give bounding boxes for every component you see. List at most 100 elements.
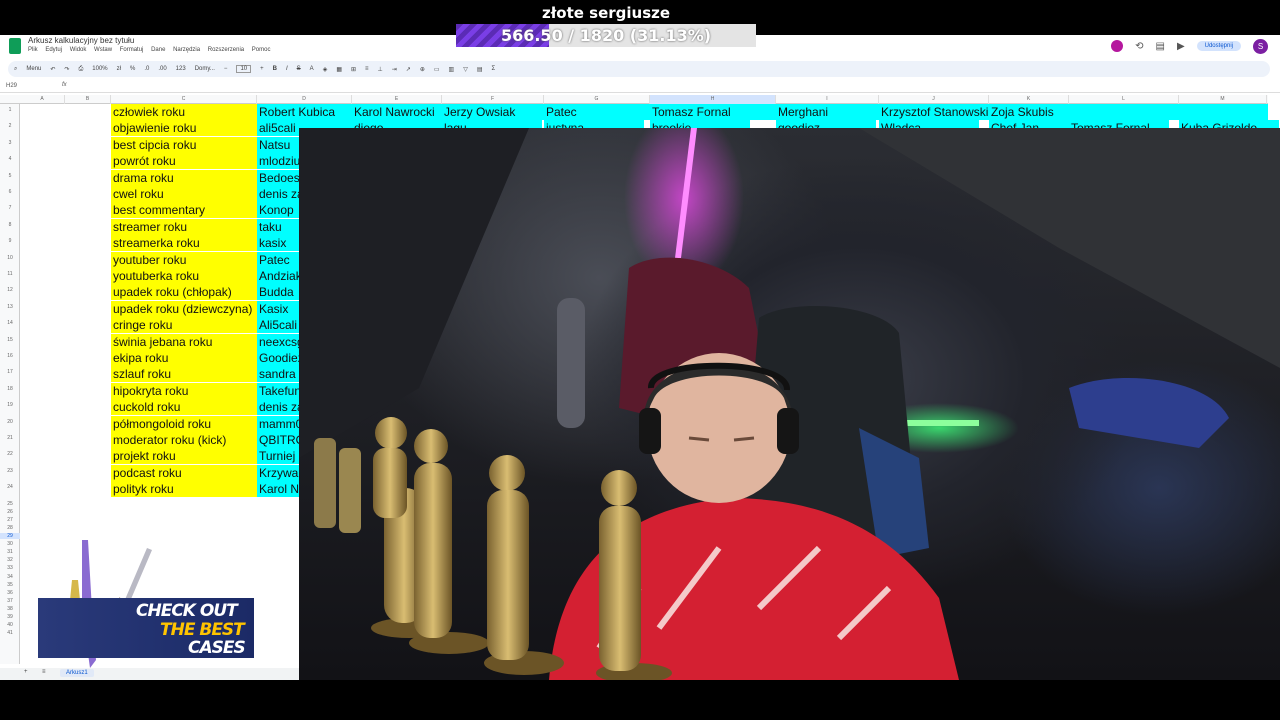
row-header[interactable]: 28 (0, 525, 20, 531)
nominee-cell[interactable]: Merghani (776, 104, 879, 120)
number-format-button[interactable]: 123 (176, 66, 186, 72)
rotate-icon[interactable]: ↗ (406, 66, 411, 73)
column-header-f[interactable]: F (442, 95, 544, 104)
row-header[interactable]: 6 (0, 189, 20, 195)
row-header[interactable]: 15 (0, 337, 20, 343)
menu-rozszerzenia[interactable]: Rozszerzenia (208, 47, 244, 53)
menu-wstaw[interactable]: Wstaw (94, 47, 112, 53)
bold-icon[interactable]: B (273, 66, 277, 72)
row-header[interactable]: 25 (0, 501, 20, 507)
gemini-icon[interactable] (1111, 40, 1124, 52)
category-cell[interactable]: streamerka roku (111, 235, 257, 252)
category-cell[interactable]: youtuberka roku (111, 268, 257, 284)
chart-icon[interactable]: ▥ (449, 66, 455, 73)
menu-formatuj[interactable]: Formatuj (120, 47, 144, 53)
print-icon[interactable]: ⎙ (78, 66, 83, 73)
category-cell[interactable]: drama roku (111, 169, 257, 186)
row-header[interactable]: 37 (0, 598, 20, 604)
menu-plik[interactable]: Plik (28, 47, 38, 53)
category-cell[interactable]: best cipcia roku (111, 136, 257, 153)
redo-icon[interactable]: ↷ (64, 66, 69, 73)
category-cell[interactable]: świnia jebana roku (111, 333, 257, 350)
row-header[interactable]: 20 (0, 419, 20, 425)
italic-icon[interactable]: I (286, 66, 288, 72)
row-header[interactable]: 26 (0, 509, 20, 515)
category-cell[interactable]: best commentary (111, 202, 257, 219)
nominee-cell[interactable]: Krzysztof Stanowski (879, 104, 989, 120)
category-cell[interactable]: szlauf roku (111, 366, 257, 383)
undo-icon[interactable]: ↶ (50, 66, 55, 73)
category-cell[interactable]: objawienie roku (111, 120, 257, 137)
comment-add-icon[interactable]: ▭ (434, 66, 440, 73)
row-header[interactable]: 11 (0, 271, 20, 277)
category-cell[interactable]: ekipa roku (111, 350, 257, 366)
category-cell[interactable]: hipokryta roku (111, 382, 257, 399)
doc-title[interactable]: Arkusz kalkulacyjny bez tytułu (28, 36, 134, 45)
category-cell[interactable]: moderator roku (kick) (111, 432, 257, 448)
row-header[interactable]: 35 (0, 582, 20, 588)
category-cell[interactable]: cringe roku (111, 317, 257, 334)
nominee-cell[interactable]: Tomasz Fornal (650, 104, 776, 120)
menu-pomoc[interactable]: Pomoc (252, 47, 271, 53)
row-header[interactable]: 24 (0, 484, 20, 490)
row-header[interactable]: 30 (0, 541, 20, 547)
row-header[interactable]: 9 (0, 238, 20, 244)
decrease-decimal-button[interactable]: .0 (144, 66, 149, 72)
row-header[interactable]: 18 (0, 386, 20, 392)
row-header[interactable]: 8 (0, 222, 20, 228)
filter-views-icon[interactable]: ▤ (477, 66, 483, 73)
font-size-increase[interactable]: + (260, 66, 264, 72)
column-header-k[interactable]: K (989, 95, 1069, 104)
column-header-e[interactable]: E (352, 95, 442, 104)
row-header[interactable]: 14 (0, 320, 20, 326)
category-cell[interactable]: youtuber roku (111, 251, 257, 268)
row-header[interactable]: 12 (0, 287, 20, 293)
category-cell[interactable]: podcast roku (111, 464, 257, 481)
link-icon[interactable]: ⊕ (420, 66, 425, 73)
category-cell[interactable]: polityk roku (111, 481, 257, 498)
video-call-icon[interactable]: ▶ (1177, 41, 1185, 52)
cyan-fill-cell[interactable] (1069, 104, 1268, 120)
column-header-d[interactable]: D (257, 95, 352, 104)
nominee-cell[interactable]: Patec (544, 104, 650, 120)
column-header-i[interactable]: I (776, 95, 879, 104)
category-cell[interactable]: projekt roku (111, 448, 257, 465)
row-header[interactable]: 3 (0, 140, 20, 146)
menu-search[interactable]: Menu (26, 66, 41, 72)
row-header[interactable]: 22 (0, 451, 20, 457)
category-cell[interactable]: upadek roku (chłopak) (111, 284, 257, 301)
category-cell[interactable]: powrót roku (111, 153, 257, 170)
row-header[interactable]: 10 (0, 255, 20, 261)
font-size-decrease[interactable]: − (224, 66, 228, 72)
category-cell[interactable]: cwel roku (111, 186, 257, 202)
valign-icon[interactable]: ⊥ (378, 66, 383, 73)
row-header[interactable]: 31 (0, 549, 20, 555)
row-header[interactable]: 39 (0, 614, 20, 620)
row-header[interactable]: 32 (0, 557, 20, 563)
borders-icon[interactable]: ▦ (336, 66, 342, 73)
align-icon[interactable]: ≡ (365, 66, 369, 72)
currency-button[interactable]: zł (117, 66, 121, 72)
percent-button[interactable]: % (130, 66, 135, 72)
menu-widok[interactable]: Widok (70, 47, 87, 53)
row-header[interactable]: 29 (0, 533, 20, 539)
row-header[interactable]: 7 (0, 205, 20, 211)
promo-banner[interactable]: CHECK OUT THE BEST CASES (38, 598, 254, 658)
sheets-logo-icon[interactable] (9, 38, 21, 54)
wrap-icon[interactable]: ⇥ (392, 66, 397, 73)
row-header[interactable]: 41 (0, 630, 20, 636)
category-cell[interactable]: półmongoloid roku (111, 415, 257, 432)
column-header-g[interactable]: G (544, 95, 650, 104)
row-header[interactable]: 1 (0, 107, 20, 113)
merge-icon[interactable]: ⊞ (351, 66, 356, 73)
menu-dane[interactable]: Dane (151, 47, 165, 53)
zoom-select[interactable]: 100% (92, 66, 107, 72)
row-header[interactable]: 27 (0, 517, 20, 523)
column-header-l[interactable]: L (1069, 95, 1179, 104)
font-select[interactable]: Domy... (195, 66, 215, 72)
menu-narzedzia[interactable]: Narzędzia (173, 47, 200, 53)
share-button[interactable]: Udostępnij (1196, 41, 1241, 51)
column-header-a[interactable]: A (20, 95, 65, 104)
row-header[interactable]: 21 (0, 435, 20, 441)
row-header[interactable]: 4 (0, 156, 20, 162)
